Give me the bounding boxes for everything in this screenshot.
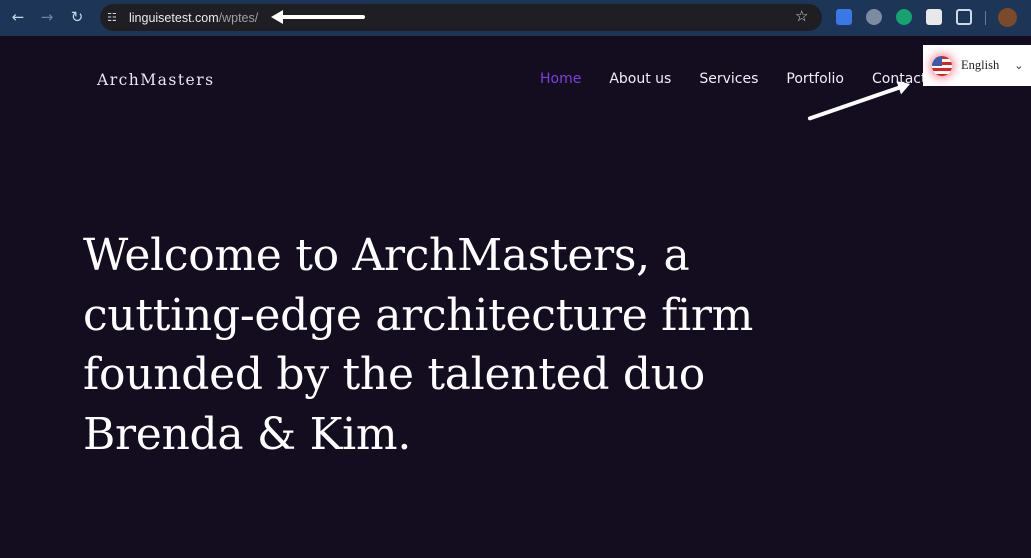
chevron-down-icon[interactable]: ⌄ <box>1014 59 1023 72</box>
forward-icon[interactable]: → <box>32 8 62 26</box>
url-host: linguisetest.com <box>129 10 219 25</box>
qr-code-icon[interactable] <box>926 9 942 25</box>
bookmark-star-icon[interactable]: ☆ <box>795 7 808 25</box>
us-flag-icon <box>932 55 952 76</box>
extension-download-icon[interactable] <box>866 9 882 25</box>
toolbar-divider <box>985 11 986 25</box>
main-nav: Home About us Services Portfolio Contact <box>540 71 926 87</box>
google-translate-icon[interactable] <box>836 9 852 25</box>
site-settings-icon[interactable]: ☷ <box>107 11 123 24</box>
reload-icon[interactable]: ↻ <box>62 8 92 26</box>
browser-toolbar: ← → ↻ ☷ linguisetest.com/wptes/ ☆ <box>0 0 1031 36</box>
extensions-puzzle-icon[interactable] <box>956 9 972 25</box>
hero-heading: Welcome to ArchMasters, a cutting-edge a… <box>83 230 754 460</box>
nav-services[interactable]: Services <box>699 71 758 87</box>
url-path: /wptes/ <box>218 10 259 25</box>
nav-portfolio[interactable]: Portfolio <box>786 71 844 87</box>
profile-avatar[interactable] <box>998 8 1017 27</box>
annotation-arrow <box>807 84 904 121</box>
back-icon[interactable]: ← <box>3 8 33 26</box>
language-switcher[interactable]: English ⌄ <box>923 45 1031 86</box>
nav-home[interactable]: Home <box>540 71 581 87</box>
nav-about-us[interactable]: About us <box>609 71 671 87</box>
site-logo[interactable]: ArchMasters <box>97 71 215 89</box>
grammarly-icon[interactable] <box>896 9 912 25</box>
annotation-arrow <box>271 10 365 24</box>
language-label: English <box>961 58 1000 72</box>
address-bar[interactable]: ☷ linguisetest.com/wptes/ <box>100 4 822 31</box>
